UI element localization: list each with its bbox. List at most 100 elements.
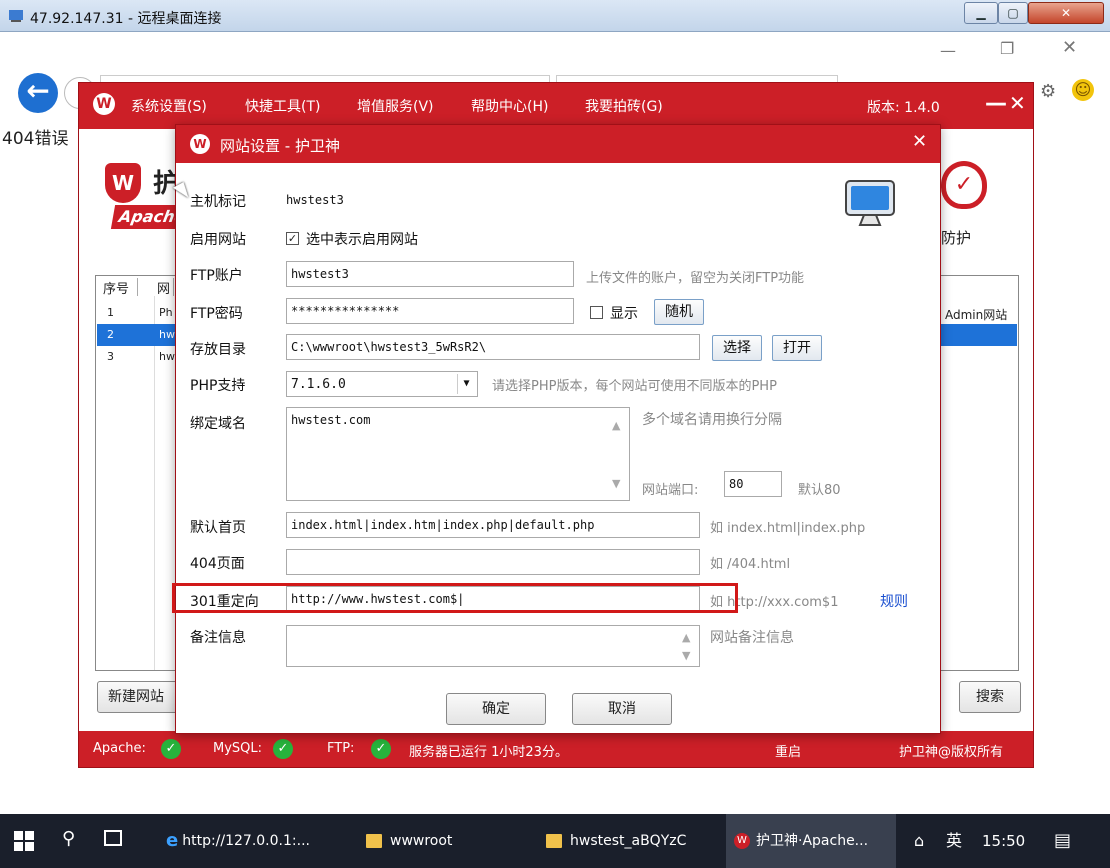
ftp-user-input[interactable]: hwstest3: [286, 261, 574, 287]
rdp-maximize-button[interactable]: ▢: [998, 2, 1028, 24]
menu-help[interactable]: 帮助中心(H): [471, 96, 548, 116]
back-arrow-icon[interactable]: ←: [18, 73, 58, 113]
version-label: 版本: 1.4.0: [867, 100, 940, 116]
menu-services[interactable]: 增值服务(V): [357, 96, 434, 116]
close-icon[interactable]: ✕: [912, 131, 927, 152]
note-hint: 网站备注信息: [710, 630, 794, 646]
column-header-num[interactable]: 序号: [100, 278, 138, 297]
hws-logo-icon: W: [93, 93, 115, 115]
port-hint: 默认80: [798, 483, 841, 498]
gear-icon[interactable]: ⚙: [1040, 81, 1056, 102]
domain-hint: 多个域名请用换行分隔: [642, 412, 782, 428]
scroll-down-icon[interactable]: ▼: [612, 477, 620, 490]
dir-label: 存放目录: [190, 342, 246, 358]
dir-input[interactable]: C:\wwwroot\hwstest3_5wRsR2\: [286, 334, 700, 360]
browser-close-icon[interactable]: ✕: [1062, 37, 1077, 58]
note-textarea[interactable]: [286, 625, 700, 667]
cancel-button[interactable]: 取消: [572, 693, 672, 725]
php-version-select[interactable]: 7.1.6.0 ▼: [286, 371, 478, 397]
row-name: hw: [159, 350, 175, 363]
scroll-up-icon[interactable]: ▲: [612, 419, 620, 432]
menu-feedback[interactable]: 我要拍砖(G): [585, 96, 663, 116]
ftp-user-hint: 上传文件的账户，留空为关闭FTP功能: [586, 271, 805, 286]
app-menubar: W 系统设置(S) 快捷工具(T) 增值服务(V) 帮助中心(H) 我要拍砖(G…: [79, 83, 1033, 129]
enable-label: 启用网站: [190, 232, 246, 248]
row-num: 2: [107, 328, 114, 341]
index-hint: 如 index.html|index.php: [710, 521, 866, 536]
page-error-text: 404错误: [2, 129, 69, 149]
taskbar-folder-label: wwwroot: [390, 833, 453, 849]
rdp-title: 47.92.147.31 - 远程桌面连接: [30, 11, 222, 27]
note-label: 备注信息: [190, 630, 246, 646]
restart-link[interactable]: 重启: [775, 741, 801, 760]
new-site-button[interactable]: 新建网站: [97, 681, 181, 713]
open-button[interactable]: 打开: [772, 335, 822, 361]
menu-system[interactable]: 系统设置(S): [131, 96, 207, 116]
host-value: hwstest3: [286, 193, 344, 207]
folder-icon: [546, 834, 562, 848]
dialog-title: 网站设置 - 护卫神: [220, 137, 340, 155]
apache-ok-icon: ✓: [161, 739, 181, 759]
app-minimize-icon[interactable]: —: [985, 91, 1007, 116]
rdp-minimize-button[interactable]: ▁: [964, 2, 998, 24]
task-view-icon[interactable]: [104, 830, 122, 846]
search-button[interactable]: 搜索: [959, 681, 1021, 713]
uptime-text: 服务器已运行 1小时23分。: [409, 745, 568, 760]
rules-link[interactable]: 规则: [880, 591, 908, 611]
taskbar-folder-label: hwstest_aBQYzC: [570, 833, 687, 849]
taskbar-ie-item[interactable]: e http://127.0.0.1:...: [166, 814, 352, 868]
ftp-pass-input[interactable]: ***************: [286, 298, 574, 324]
taskbar-app-label: 护卫神·Apache...: [756, 833, 869, 849]
index-input[interactable]: index.html|index.htm|index.php|default.p…: [286, 512, 700, 538]
choose-button[interactable]: 选择: [712, 335, 762, 361]
hws-logo-icon: W: [734, 833, 750, 849]
mysql-ok-icon: ✓: [273, 739, 293, 759]
row-right: Admin网站: [945, 308, 1008, 322]
language-indicator[interactable]: 英: [946, 814, 962, 868]
windows-start-icon[interactable]: [14, 831, 34, 851]
app-close-icon[interactable]: ✕: [1009, 91, 1026, 115]
rdp-close-button[interactable]: ✕: [1028, 2, 1104, 24]
taskbar-ie-label: http://127.0.0.1:...: [182, 833, 310, 849]
menu-tools[interactable]: 快捷工具(T): [245, 96, 320, 116]
folder-icon: [366, 834, 382, 848]
host-label: 主机标记: [190, 194, 246, 210]
show-label: 显示: [610, 306, 638, 322]
ok-button[interactable]: 确定: [446, 693, 546, 725]
dialog-title-bar: W 网站设置 - 护卫神 ✕: [176, 125, 940, 163]
taskbar-folder-hwstest[interactable]: hwstest_aBQYzC: [540, 814, 720, 868]
ftp-pass-label: FTP密码: [190, 306, 243, 322]
show-password-checkbox[interactable]: [590, 306, 603, 319]
ftp-ok-icon: ✓: [371, 739, 391, 759]
mysql-status-label: MySQL:: [213, 741, 263, 756]
php-hint: 请选择PHP版本，每个网站可使用不同版本的PHP: [492, 379, 777, 394]
notification-icon[interactable]: ▤: [1054, 814, 1071, 868]
input-method-icon[interactable]: ⌂: [914, 814, 924, 868]
browser-minimize-icon[interactable]: —: [940, 41, 956, 60]
domain-textarea[interactable]: hwstest.com: [286, 407, 630, 501]
scroll-down-icon[interactable]: ▼: [682, 649, 690, 662]
page404-input[interactable]: [286, 549, 700, 575]
monitor-icon: [845, 180, 895, 226]
enable-checkbox[interactable]: ✓: [286, 232, 299, 245]
random-button[interactable]: 随机: [654, 299, 704, 325]
site-settings-dialog: W 网站设置 - 护卫神 ✕ 主机标记 hwstest3 启用网站 ✓ 选中表示…: [175, 124, 941, 734]
copyright-text: 护卫神@版权所有: [899, 745, 1004, 760]
column-header-name[interactable]: 网: [154, 278, 174, 297]
port-input[interactable]: 80: [724, 471, 782, 497]
smile-icon[interactable]: ☺: [1072, 79, 1094, 101]
remote-desktop-icon: [9, 10, 23, 22]
scroll-up-icon[interactable]: ▲: [682, 631, 690, 644]
domain-label: 绑定域名: [190, 416, 246, 432]
protection-label: 防护: [941, 229, 972, 247]
clock[interactable]: 15:50: [982, 814, 1025, 868]
taskbar-folder-wwwroot[interactable]: wwwroot: [360, 814, 520, 868]
page404-hint: 如 /404.html: [710, 557, 791, 572]
search-icon[interactable]: ⚲: [62, 828, 75, 849]
protection-shield-icon[interactable]: ✓: [941, 161, 987, 209]
taskbar-hws-app[interactable]: W 护卫神·Apache...: [726, 814, 896, 868]
browser-maximize-icon[interactable]: ❐: [1000, 39, 1014, 58]
php-label: PHP支持: [190, 378, 246, 394]
chevron-down-icon[interactable]: ▼: [457, 374, 475, 394]
enable-text: 选中表示启用网站: [306, 232, 418, 248]
